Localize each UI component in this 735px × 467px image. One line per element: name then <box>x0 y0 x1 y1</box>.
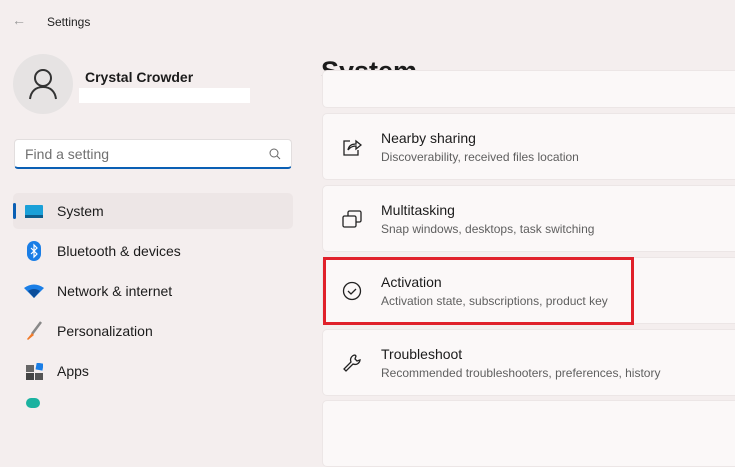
user-email-redacted <box>79 88 250 103</box>
share-icon <box>341 138 363 156</box>
sidebar-item-bluetooth[interactable]: Bluetooth & devices <box>13 233 293 269</box>
card-subtitle: Recommended troubleshooters, preferences… <box>381 365 661 380</box>
sidebar-item-label: Apps <box>57 363 89 379</box>
sidebar-item-label: Bluetooth & devices <box>57 243 181 259</box>
card-subtitle: Snap windows, desktops, task switching <box>381 221 595 236</box>
search-placeholder: Find a setting <box>25 145 110 162</box>
sidebar-item-label: Personalization <box>57 323 153 339</box>
sidebar-item-label: System <box>57 203 104 219</box>
privacy-icon <box>26 398 40 408</box>
sidebar-item-system[interactable]: System <box>13 193 293 229</box>
settings-card-nearby-sharing[interactable]: Nearby sharing Discoverability, received … <box>322 113 735 180</box>
card-title: Multitasking <box>381 201 455 218</box>
apps-icon <box>24 361 44 381</box>
card-subtitle: Discoverability, received files location <box>381 149 579 164</box>
selection-indicator <box>13 203 16 219</box>
multitasking-icon <box>341 209 363 228</box>
bluetooth-icon <box>24 241 44 261</box>
highlight-box <box>323 257 634 325</box>
avatar[interactable] <box>13 54 73 114</box>
user-name: Crystal Crowder <box>85 69 194 85</box>
sidebar-item-network[interactable]: Network & internet <box>13 273 293 309</box>
search-input[interactable]: Find a setting <box>14 139 292 169</box>
app-title: Settings <box>47 15 91 29</box>
sidebar-item-personalization[interactable]: Personalization <box>13 313 293 349</box>
search-icon <box>269 148 281 159</box>
settings-card-partial[interactable] <box>322 70 735 108</box>
wrench-icon <box>341 353 363 373</box>
card-title: Nearby sharing <box>381 129 476 146</box>
settings-card-partial-bottom[interactable] <box>322 400 735 467</box>
wifi-icon <box>24 281 44 301</box>
user-icon <box>29 69 57 100</box>
back-button[interactable]: ← <box>12 12 26 28</box>
paintbrush-icon <box>24 321 44 341</box>
settings-card-troubleshoot[interactable]: Troubleshoot Recommended troubleshooters,… <box>322 329 735 396</box>
card-title: Troubleshoot <box>381 345 463 362</box>
sidebar-item-label: Network & internet <box>57 283 173 299</box>
sidebar-item-apps[interactable]: Apps <box>13 353 293 389</box>
settings-card-multitasking[interactable]: Multitasking Snap windows, desktops, task… <box>322 185 735 252</box>
system-icon <box>24 201 44 221</box>
